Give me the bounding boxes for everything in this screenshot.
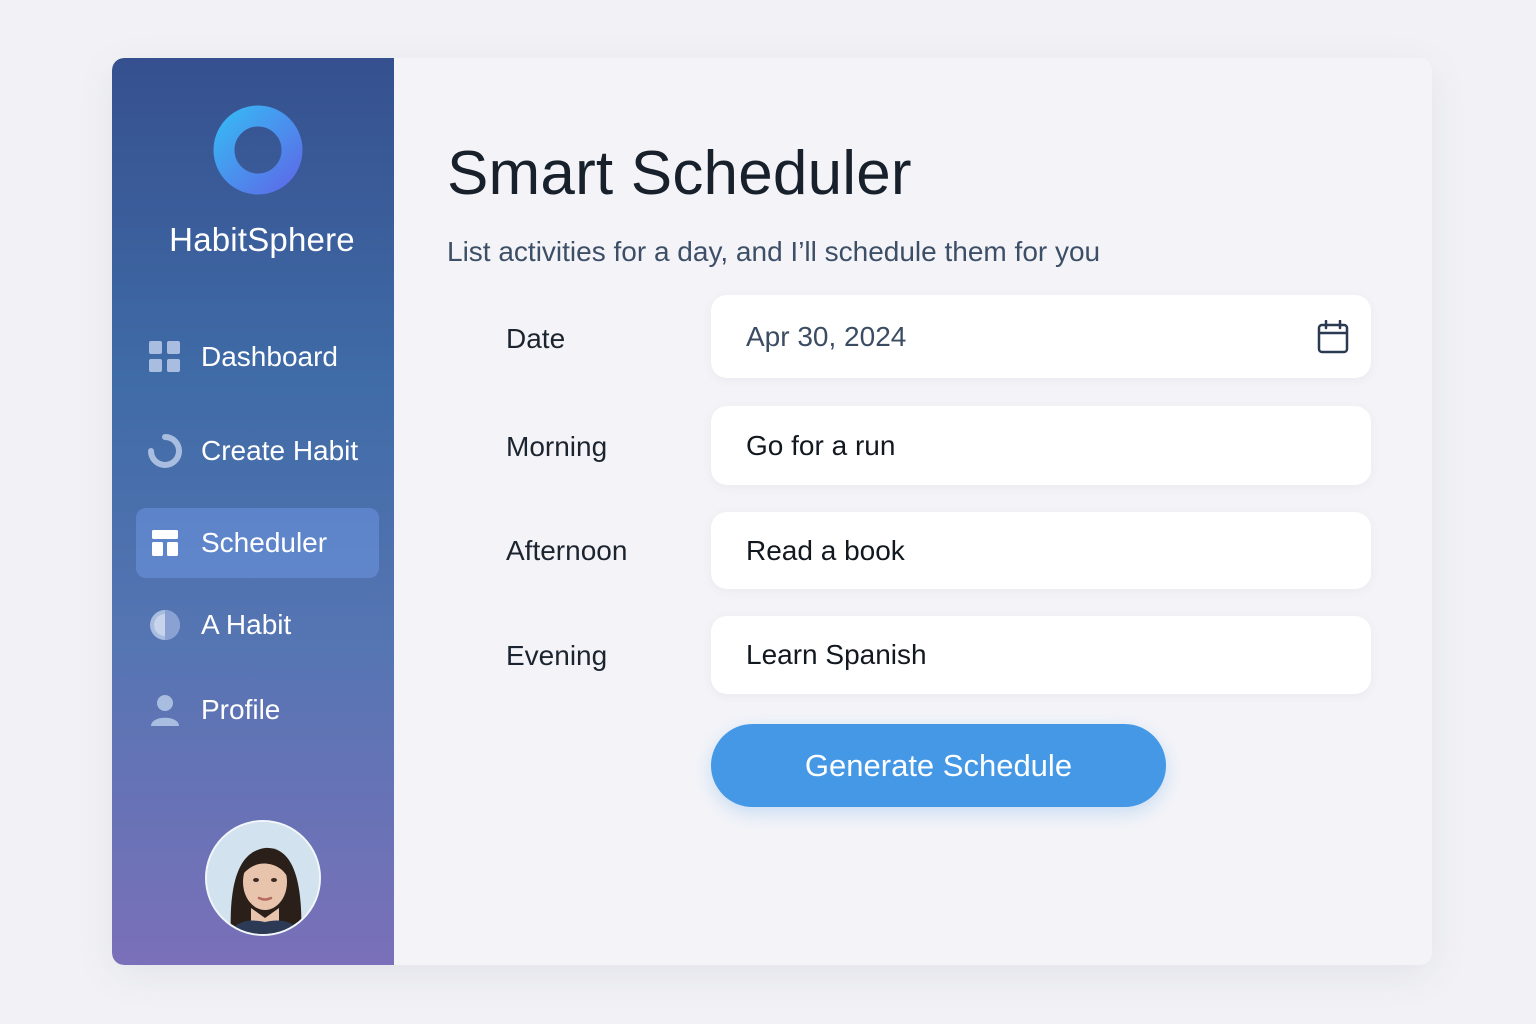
afternoon-value: Read a book: [746, 534, 905, 566]
sidebar-item-profile[interactable]: Profile: [136, 675, 379, 745]
evening-field[interactable]: Learn Spanish: [711, 616, 1371, 694]
app-window: HabitSphere Dashboard Create Habit Sched…: [112, 58, 1432, 965]
user-avatar[interactable]: [205, 820, 321, 936]
grid-icon: [148, 340, 182, 374]
morning-label: Morning: [506, 431, 608, 462]
sidebar-item-label: Scheduler: [201, 527, 328, 558]
date-field[interactable]: Apr 30, 2024: [711, 295, 1371, 378]
sidebar-item-create-habit[interactable]: Create Habit: [136, 416, 379, 486]
evening-label: Evening: [506, 640, 608, 671]
layout-icon: [148, 526, 182, 560]
avatar-portrait: [207, 822, 319, 934]
sidebar-item-dashboard[interactable]: Dashboard: [136, 322, 379, 392]
sidebar-item-a-habit[interactable]: A Habit: [136, 590, 379, 660]
main-content: Smart Scheduler List activities for a da…: [394, 58, 1432, 965]
person-icon: [148, 693, 182, 727]
page-title: Smart Scheduler: [447, 139, 912, 208]
sidebar-item-label: Dashboard: [201, 341, 338, 372]
date-label: Date: [506, 323, 566, 354]
ring-logo-icon: [213, 105, 303, 195]
sidebar-item-label: Profile: [201, 694, 281, 725]
sidebar: HabitSphere Dashboard Create Habit Sched…: [112, 58, 394, 965]
calendar-icon[interactable]: [1317, 319, 1349, 354]
sidebar-item-label: Create Habit: [201, 435, 359, 466]
generate-schedule-button[interactable]: Generate Schedule: [711, 724, 1166, 807]
afternoon-field[interactable]: Read a book: [711, 512, 1371, 589]
half-circle-icon: [148, 608, 182, 642]
sidebar-item-scheduler[interactable]: Scheduler: [136, 508, 379, 578]
progress-circle-icon: [148, 434, 182, 468]
morning-field[interactable]: Go for a run: [711, 406, 1371, 485]
morning-value: Go for a run: [746, 429, 896, 461]
evening-value: Learn Spanish: [746, 639, 927, 670]
date-value: Apr 30, 2024: [746, 320, 907, 352]
brand-name: HabitSphere: [169, 221, 355, 258]
sidebar-item-label: A Habit: [201, 609, 292, 640]
afternoon-label: Afternoon: [506, 535, 628, 566]
page-subtitle: List activities for a day, and I’ll sche…: [447, 236, 1101, 267]
